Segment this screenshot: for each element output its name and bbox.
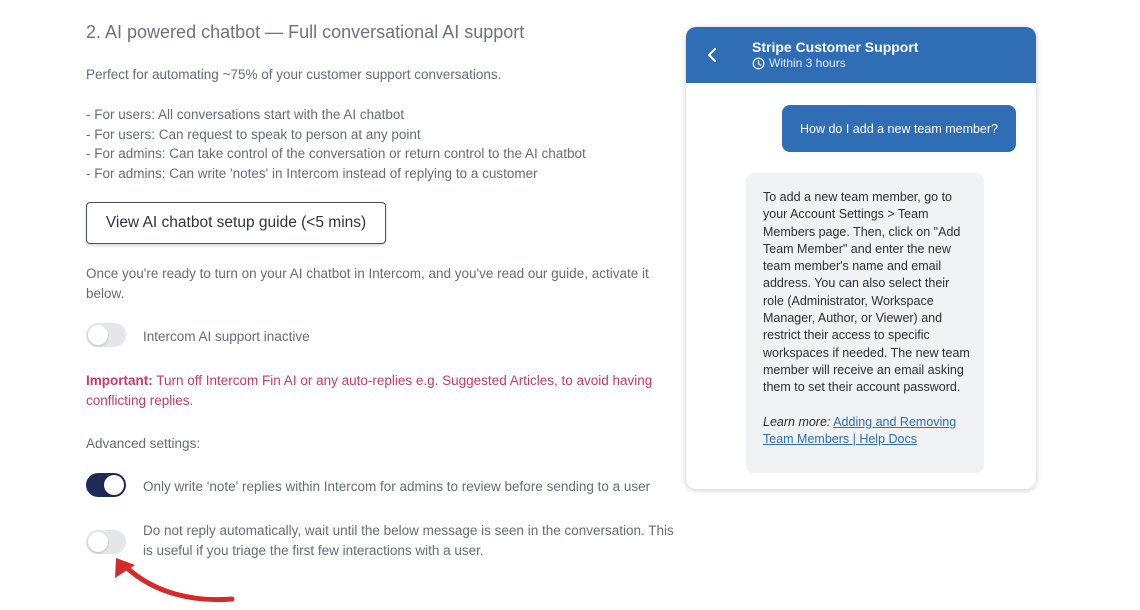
clock-icon xyxy=(752,57,765,70)
chat-title: Stripe Customer Support xyxy=(752,39,919,55)
bot-message: To add a new team member, go to your Acc… xyxy=(763,189,973,448)
important-notice: Important: Turn off Intercom Fin AI or a… xyxy=(86,371,676,410)
chat-header: Stripe Customer Support Within 3 hours xyxy=(686,27,1036,83)
user-message-bubble: How do I add a new team member? xyxy=(782,105,1016,152)
toggle-knob xyxy=(104,475,124,495)
response-time-text: Within 3 hours xyxy=(769,56,846,70)
toggle-knob xyxy=(88,325,108,345)
list-item: - For users: Can request to speak to per… xyxy=(86,126,421,142)
setup-guide-button[interactable]: View AI chatbot setup guide (<5 mins) xyxy=(86,202,386,244)
activate-instructions: Once you're ready to turn on your AI cha… xyxy=(86,266,649,301)
list-item: - For users: All conversations start wit… xyxy=(86,107,405,122)
scroll-fade xyxy=(746,447,984,473)
red-arrow-annotation xyxy=(115,558,235,603)
section-title: 2. AI powered chatbot — Full conversatio… xyxy=(86,22,525,42)
chat-preview-widget: Stripe Customer Support Within 3 hours H… xyxy=(686,27,1036,489)
toggle-knob xyxy=(88,532,108,552)
important-text: Turn off Intercom Fin AI or any auto-rep… xyxy=(86,373,653,408)
learn-more-label: Learn more: xyxy=(763,414,831,429)
important-prefix: Important: xyxy=(86,373,153,388)
ai-support-toggle[interactable] xyxy=(86,323,126,347)
chat-response-time: Within 3 hours xyxy=(752,56,846,70)
list-item: - For admins: Can take control of the co… xyxy=(86,146,586,161)
bot-message-text: To add a new team member, go to your Acc… xyxy=(763,190,970,395)
feature-list: - For users: All conversations start wit… xyxy=(86,105,586,183)
note-replies-toggle[interactable] xyxy=(86,473,126,497)
section-intro: Perfect for automating ~75% of your cust… xyxy=(86,67,502,82)
chevron-left-icon[interactable] xyxy=(700,41,724,69)
bot-message-bubble: To add a new team member, go to your Acc… xyxy=(746,173,984,473)
ai-support-toggle-label: Intercom AI support inactive xyxy=(143,329,310,344)
advanced-settings-heading: Advanced settings: xyxy=(86,436,201,451)
note-replies-toggle-label: Only write 'note' replies within Interco… xyxy=(143,479,651,494)
learn-more: Learn more: Adding and Removing Team Mem… xyxy=(763,414,973,449)
list-item: - For admins: Can write 'notes' in Inter… xyxy=(86,165,538,181)
